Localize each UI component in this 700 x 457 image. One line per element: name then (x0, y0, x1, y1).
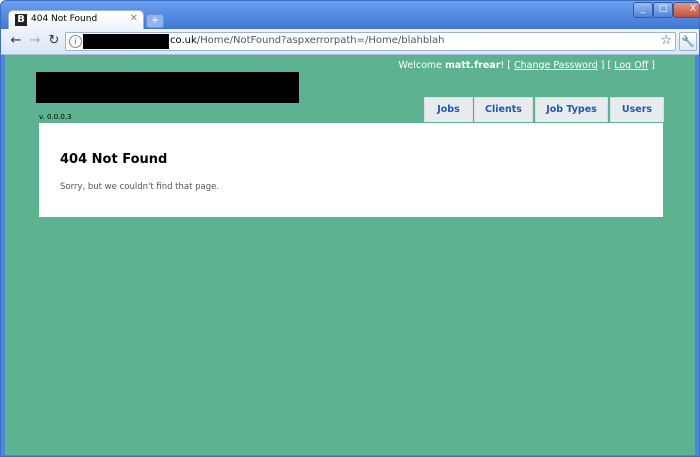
back-arrow-icon[interactable]: ← (8, 33, 24, 49)
change-password-link[interactable]: Change Password (514, 60, 598, 71)
forward-arrow-icon[interactable]: → (27, 33, 43, 49)
username: matt.frear (445, 60, 501, 71)
closing-bracket: ] (651, 60, 655, 71)
browser-window: B 404 Not Found ✕ + _ □ X ← → ↻ i co.uk/… (0, 0, 700, 457)
page-title: 404 Not Found (60, 152, 168, 167)
content-panel: 404 Not Found Sorry, but we couldn't fin… (39, 123, 663, 217)
log-off-link[interactable]: Log Off (614, 60, 648, 71)
menu-item-job-types[interactable]: Job Types (535, 97, 608, 122)
url-path: /Home/NotFound?aspxerrorpath=/Home/blahb… (196, 35, 445, 46)
browser-toolbar: ← → ↻ i co.uk/Home/NotFound?aspxerrorpat… (1, 29, 699, 55)
browser-tab[interactable]: B 404 Not Found ✕ (8, 10, 144, 31)
tab-close-icon[interactable]: ✕ (130, 13, 138, 24)
version-label: v. 0.0.0.3 (39, 113, 72, 121)
url-text: co.uk/Home/NotFound?aspxerrorpath=/Home/… (170, 35, 444, 46)
title-bar: B 404 Not Found ✕ + _ □ X (1, 1, 699, 31)
minimize-button[interactable]: _ (633, 2, 653, 18)
welcome-suffix: ! [ (500, 60, 511, 71)
tab-title: 404 Not Found (31, 14, 98, 24)
wrench-menu-icon[interactable]: 🔧 (679, 32, 697, 51)
menu-item-clients[interactable]: Clients (474, 97, 533, 122)
error-message: Sorry, but we couldn't find that page. (60, 182, 220, 192)
address-bar[interactable]: i co.uk/Home/NotFound?aspxerrorpath=/Hom… (65, 32, 676, 51)
close-window-button[interactable]: X (673, 2, 699, 18)
page-info-icon[interactable]: i (69, 35, 82, 48)
menu-item-users[interactable]: Users (610, 97, 664, 122)
page-viewport: Welcome matt.frear! [ Change Password ] … (5, 55, 695, 455)
maximize-button[interactable]: □ (653, 2, 673, 18)
welcome-bar: Welcome matt.frear! [ Change Password ] … (399, 60, 655, 71)
welcome-prefix: Welcome (398, 60, 442, 71)
redacted-logo (36, 72, 299, 103)
new-tab-button[interactable]: + (146, 14, 164, 28)
favicon-icon: B (15, 14, 27, 26)
menu-item-jobs[interactable]: Jobs (424, 97, 473, 122)
link-separator: ] [ (600, 60, 612, 71)
url-host-suffix: co.uk (170, 35, 197, 46)
reload-icon[interactable]: ↻ (46, 33, 62, 49)
redacted-domain (83, 34, 169, 49)
bookmark-star-icon[interactable]: ☆ (660, 33, 672, 48)
